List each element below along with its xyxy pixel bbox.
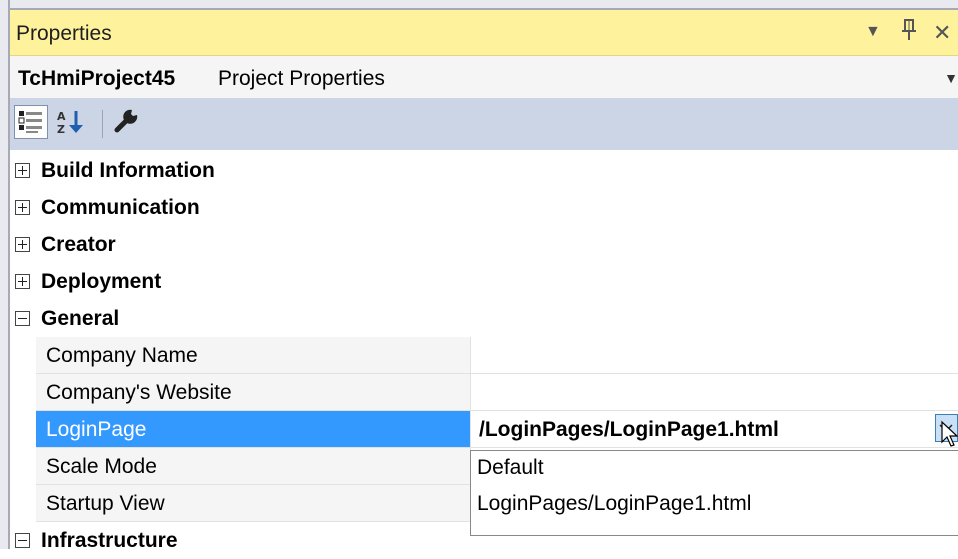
svg-text:Z: Z (57, 123, 65, 136)
property-name-cell[interactable]: Scale Mode (36, 448, 470, 485)
properties-toolbar: A Z (10, 98, 958, 150)
property-name-cell-selected[interactable]: LoginPage (36, 411, 470, 448)
property-row-login-page[interactable]: LoginPage /LoginPages/LoginPage1.html (10, 411, 958, 448)
category-creator[interactable]: Creator (10, 226, 958, 263)
property-value-cell[interactable]: /LoginPages/LoginPage1.html (470, 411, 958, 448)
expand-plus-icon[interactable] (15, 274, 30, 289)
close-icon[interactable]: ✕ (933, 20, 951, 46)
svg-text:A: A (57, 110, 66, 123)
category-label: Deployment (41, 270, 162, 293)
pin-icon[interactable] (902, 19, 916, 47)
window-frame-top (0, 0, 958, 10)
expand-plus-icon[interactable] (15, 163, 30, 178)
category-general[interactable]: General (10, 300, 958, 337)
alphabetical-sort-icon[interactable]: A Z (54, 105, 88, 139)
category-label: Build Information (41, 159, 215, 182)
property-row-company-website[interactable]: Company's Website (10, 374, 958, 411)
subject-type: Project Properties (218, 67, 385, 90)
property-row-company-name[interactable]: Company Name (10, 337, 958, 374)
category-label: Communication (41, 196, 200, 219)
property-value-cell[interactable] (470, 374, 958, 411)
expand-plus-icon[interactable] (15, 200, 30, 215)
category-label: Creator (41, 233, 116, 256)
category-build-information[interactable]: Build Information (10, 152, 958, 189)
category-label: General (41, 307, 120, 330)
categorized-icon[interactable] (14, 105, 48, 139)
category-communication[interactable]: Communication (10, 189, 958, 226)
mouse-cursor-icon (941, 420, 958, 447)
dropdown-option-login-page1[interactable]: LoginPages/LoginPage1.html (477, 492, 751, 516)
property-label: Startup View (46, 492, 165, 515)
window-frame-left (0, 0, 10, 549)
dropdown-option-default[interactable]: Default (477, 456, 544, 480)
properties-title-bar[interactable]: Properties ▼ ✕ (10, 10, 958, 56)
collapse-minus-icon[interactable] (15, 533, 30, 548)
dropdown-arrow-icon[interactable]: ▼ (865, 23, 881, 41)
property-pages-wrench-icon[interactable] (110, 105, 144, 139)
property-subject-selector[interactable]: TcHmiProject45 Project Properties ▼ (10, 56, 958, 98)
property-label: Company's Website (46, 381, 232, 404)
property-value-cell[interactable] (470, 337, 958, 374)
expand-plus-icon[interactable] (15, 237, 30, 252)
property-name-cell[interactable]: Company's Website (36, 374, 470, 411)
category-label: Infrastructure (41, 529, 178, 552)
collapse-minus-icon[interactable] (15, 311, 30, 326)
chevron-down-icon[interactable]: ▼ (944, 70, 958, 86)
panel-title: Properties (16, 22, 112, 45)
property-name-cell[interactable]: Company Name (36, 337, 470, 374)
property-label: Company Name (46, 344, 198, 367)
login-page-value[interactable]: /LoginPages/LoginPage1.html (479, 418, 779, 442)
toolbar-separator (102, 110, 103, 138)
property-label: LoginPage (46, 418, 147, 441)
property-label: Scale Mode (46, 455, 157, 478)
login-page-dropdown-list: Default LoginPages/LoginPage1.html (470, 450, 958, 536)
category-deployment[interactable]: Deployment (10, 263, 958, 300)
property-name-cell[interactable]: Startup View (36, 485, 470, 522)
subject-name: TcHmiProject45 (18, 67, 176, 90)
